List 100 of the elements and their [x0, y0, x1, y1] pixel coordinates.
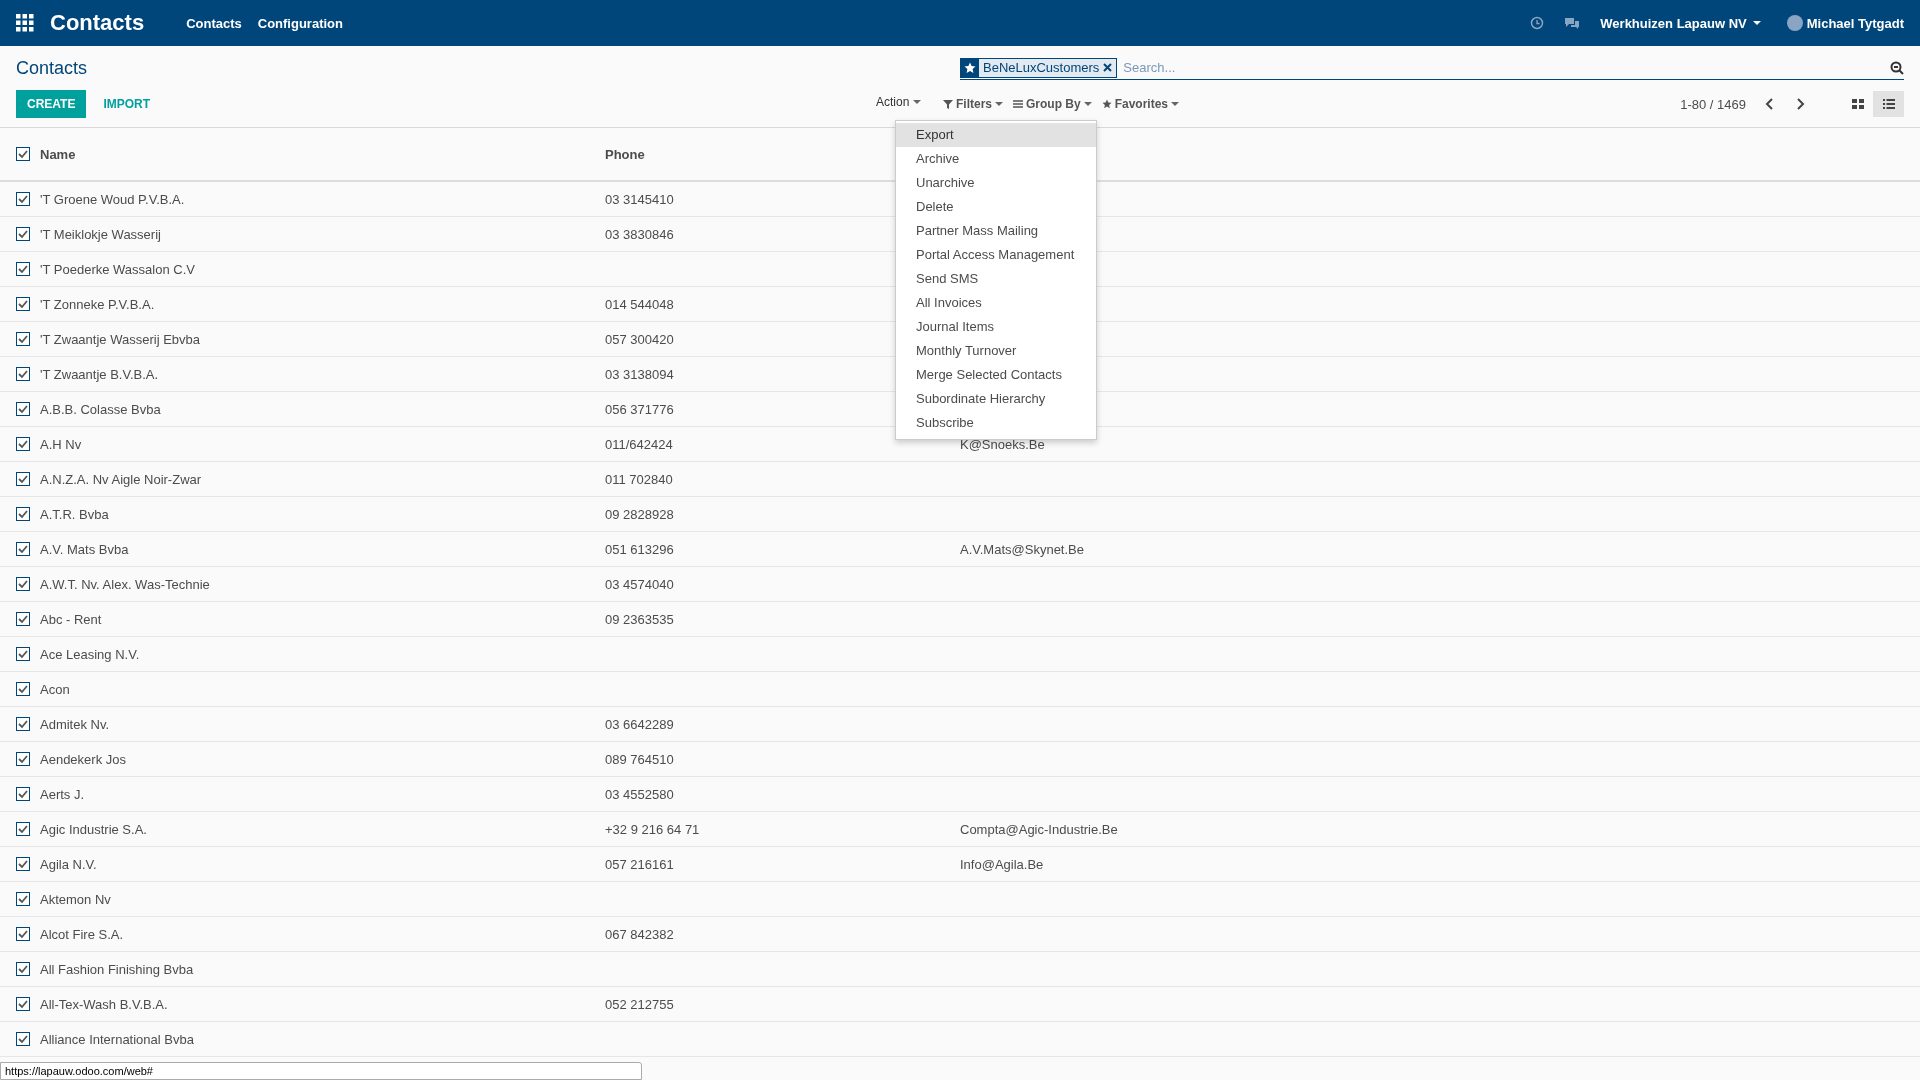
table-cell: 067 842382 [605, 926, 674, 942]
table-cell-text: Agila N.V. [40, 856, 98, 872]
table-cell: 03 4574040 [605, 576, 674, 592]
table-cell-text: Aerts J. [40, 786, 86, 802]
menu-item[interactable]: Partner Mass Mailing [896, 219, 1096, 243]
checkbox[interactable] [16, 1032, 30, 1046]
table-cell-text: Aktemon Nv [40, 891, 112, 907]
table-cell-text: 'T Zonneke P.V.B.A. [40, 296, 156, 312]
menu-link[interactable]: Configuration [257, 15, 343, 31]
table-cell: 03 3830846 [605, 226, 674, 242]
company-switcher[interactable]: Werkhuizen Lapauw NV [1600, 15, 1761, 31]
table-cell-text: Agic Industrie S.A. [40, 821, 148, 837]
checkbox[interactable] [16, 997, 30, 1011]
table-cell: 011 702840 [605, 471, 673, 487]
table-cell-text: A.V. Mats Bvba [40, 541, 130, 557]
table-cell-text: 'T Meiklokje Wasserij [40, 226, 162, 242]
star-icon[interactable] [964, 61, 976, 74]
menu-item[interactable]: Unarchive [896, 171, 1096, 195]
list-icon [1013, 99, 1023, 109]
avatar-icon [1786, 15, 1803, 31]
checkbox[interactable] [16, 262, 30, 276]
menu-item[interactable]: Monthly Turnover [896, 339, 1096, 363]
search-bar[interactable]: BeNeLuxCustomers Search... [960, 56, 1904, 80]
app-title: Contacts [50, 10, 145, 36]
table-cell: Info@Agila.Be [960, 856, 1044, 872]
table-cell: K@Snoeks.Be [960, 436, 1045, 452]
checkbox[interactable] [16, 962, 30, 976]
table-cell-text: 'T Zwaantje Wasserij Ebvba [40, 331, 201, 347]
table-cell: 089 764510 [605, 751, 674, 767]
menu-item[interactable]: Send SMS [896, 267, 1096, 291]
table-cell: +32 9 216 64 71 [605, 821, 700, 837]
filter-option-dropdown[interactable]: Filters [943, 97, 1003, 111]
table-cell-text: All-Tex-Wash B.V.B.A. [40, 996, 169, 1012]
filter-option-dropdown[interactable]: Favorites [1101, 97, 1180, 111]
menu-item[interactable]: Merge Selected Contacts [896, 363, 1096, 387]
menu-item[interactable]: Archive [896, 147, 1096, 171]
checkbox[interactable] [16, 787, 30, 801]
chat-icon[interactable] [1564, 16, 1581, 30]
checkbox[interactable] [16, 472, 30, 486]
apps-menu-icon[interactable] [16, 14, 34, 32]
remove-icon[interactable] [1103, 63, 1113, 72]
menu-link[interactable]: Contacts [186, 15, 242, 31]
checkbox[interactable] [16, 367, 30, 381]
checkbox[interactable] [16, 612, 30, 626]
clock-icon[interactable] [1530, 16, 1545, 30]
table-cell: 03 3138094 [605, 366, 674, 382]
search-icon[interactable] [1890, 60, 1904, 75]
table-cell-text: 'T Groene Woud P.V.B.A. [40, 191, 186, 207]
checkbox[interactable] [16, 542, 30, 556]
checkbox[interactable] [16, 682, 30, 696]
table-cell: 057 300420 [605, 331, 674, 347]
table-cell: 052 212755 [605, 996, 674, 1012]
checkbox[interactable] [16, 227, 30, 241]
filter-icon [943, 99, 953, 109]
checkbox[interactable] [16, 857, 30, 871]
table-cell-text: A.W.T. Nv. Alex. Was-Technie [40, 576, 211, 592]
checkbox[interactable] [16, 297, 30, 311]
status-url: https://lapauw.odoo.com/web# [0, 1062, 642, 1080]
checkbox[interactable] [16, 822, 30, 836]
checkbox[interactable] [16, 147, 30, 161]
checkbox[interactable] [16, 717, 30, 731]
menu-item[interactable]: All Invoices [896, 291, 1096, 315]
table-cell-text: A.T.R. Bvba [40, 506, 110, 522]
table-cell: 014 544048 [605, 296, 674, 312]
table-cell-text: Admitek Nv. [40, 716, 111, 732]
table-cell: Compta@Agic-Industrie.Be [960, 821, 1118, 837]
checkbox[interactable] [16, 577, 30, 591]
checkbox[interactable] [16, 647, 30, 661]
table-cell-text: All Fashion Finishing Bvba [40, 961, 195, 977]
page-title: Contacts [16, 57, 89, 79]
table-cell-text: A.H Nv [40, 436, 83, 452]
menu-item[interactable]: Journal Items [896, 315, 1096, 339]
table-cell-text: Aendekerk Jos [40, 751, 127, 767]
menu-item[interactable]: Subordinate Hierarchy [896, 387, 1096, 411]
checkbox[interactable] [16, 892, 30, 906]
checkbox[interactable] [16, 192, 30, 206]
list-view-button[interactable] [1873, 91, 1904, 117]
menu-item[interactable]: Portal Access Management [896, 243, 1096, 267]
user-menu[interactable]: Michael Tytgadt [1786, 15, 1904, 31]
table-cell: 056 371776 [605, 401, 674, 417]
table-cell: 03 3145410 [605, 191, 674, 207]
checkbox[interactable] [16, 507, 30, 521]
column-header[interactable]: Name [40, 146, 605, 162]
filter-facet[interactable]: BeNeLuxCustomers [960, 57, 1118, 78]
action-dropdown[interactable]: Action [876, 95, 943, 109]
table-cell-text: Ace Leasing N.V. [40, 646, 141, 662]
checkbox[interactable] [16, 927, 30, 941]
menu-item[interactable]: Subscribe [896, 411, 1096, 435]
menu-item[interactable]: Export [896, 123, 1096, 147]
grid-icon [1851, 99, 1864, 109]
checkbox[interactable] [16, 402, 30, 416]
table-cell-text: A.N.Z.A. Nv Aigle Noir-Zwar [40, 471, 203, 487]
table-cell: 011/642424 [605, 436, 673, 452]
menu-item[interactable]: Delete [896, 195, 1096, 219]
checkbox[interactable] [16, 437, 30, 451]
checkbox[interactable] [16, 752, 30, 766]
filter-option-dropdown[interactable]: Group By [1013, 97, 1092, 111]
checkbox[interactable] [16, 332, 30, 346]
table-cell-text: Acon [40, 681, 71, 697]
star-icon [1101, 99, 1112, 109]
